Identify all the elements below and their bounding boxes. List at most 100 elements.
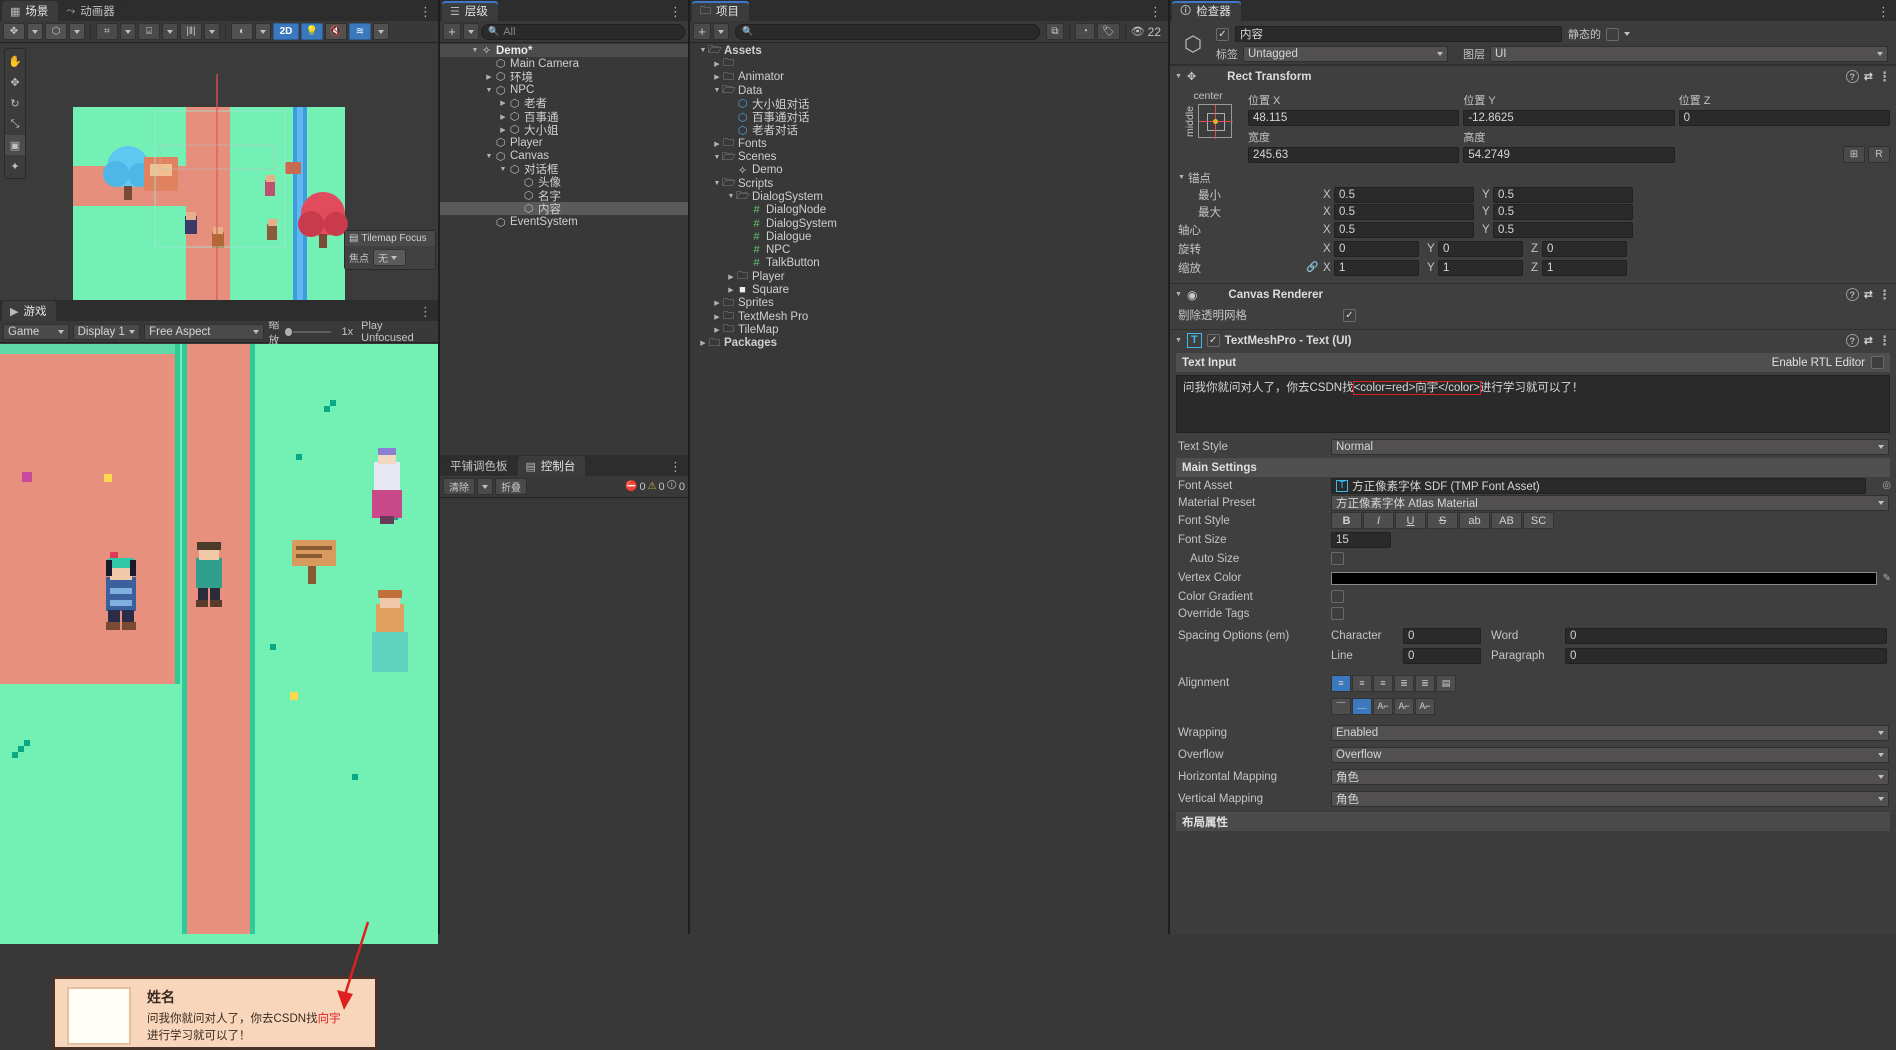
tree-row[interactable]: ▶ ⬡ 老者 bbox=[440, 97, 688, 111]
scene-ruler-dropdown[interactable] bbox=[204, 23, 220, 40]
spacing-word-field[interactable]: 0 bbox=[1565, 628, 1887, 644]
game-display-dropdown[interactable]: Display 1 bbox=[72, 323, 141, 340]
tree-row[interactable]: ▶ ⬡ 百事通 bbox=[440, 110, 688, 124]
tree-row[interactable]: ▶ ■ Square bbox=[690, 283, 1168, 296]
tree-row[interactable]: ·# Dialogue bbox=[690, 230, 1168, 243]
project-add-button[interactable]: + bbox=[693, 23, 711, 40]
console-error-filter[interactable]: ⛔ 0 bbox=[625, 481, 646, 493]
scale-z-field[interactable]: 1 bbox=[1542, 259, 1627, 276]
chevron-right-icon[interactable]: ▶ bbox=[726, 286, 736, 294]
tool-transform-icon[interactable]: ✦ bbox=[5, 156, 25, 176]
scale-x-field[interactable]: 1 bbox=[1334, 259, 1419, 276]
tab-project[interactable]: 🗀 项目 bbox=[692, 1, 749, 21]
tmp-enabled-checkbox[interactable]: ✓ bbox=[1206, 334, 1220, 347]
chevron-right-icon[interactable]: ▶ bbox=[712, 313, 722, 321]
tab-scene[interactable]: ▦ 场景 bbox=[2, 1, 59, 21]
width-field[interactable]: 245.63 bbox=[1248, 147, 1460, 163]
spacing-line-field[interactable]: 0 bbox=[1403, 647, 1481, 664]
tree-row[interactable]: ▼ ⬡ 对话框 bbox=[440, 163, 688, 177]
console-clear-button[interactable]: 清除 bbox=[443, 478, 475, 495]
scene-ruler-icon[interactable]: |‖| bbox=[180, 23, 202, 40]
text-input-textarea[interactable]: 问我你就问对人了，你去CSDN找<color=red>向宇</color>进行学… bbox=[1176, 375, 1890, 433]
align-left-icon[interactable]: ≡ bbox=[1331, 674, 1351, 692]
rot-y-field[interactable]: 0 bbox=[1438, 240, 1523, 257]
chevron-right-icon[interactable]: ▶ bbox=[498, 113, 508, 121]
rot-x-field[interactable]: 0 bbox=[1334, 240, 1419, 257]
font-style-ab-button[interactable]: ab bbox=[1459, 512, 1490, 529]
tree-row[interactable]: ▶ 🗀 Packages bbox=[690, 337, 1168, 350]
scene-2d-toggle[interactable]: 2D bbox=[273, 23, 299, 40]
cr-collapse-arrow-icon[interactable]: ▼ bbox=[1175, 291, 1182, 298]
pivot-y-field[interactable]: 0.5 bbox=[1493, 221, 1633, 238]
canvas-renderer-header[interactable]: ▼ ◉ Canvas Renderer ? ⇄ ⋮ bbox=[1170, 284, 1896, 305]
tree-row[interactable]: ▼ 🗁 Scripts bbox=[690, 177, 1168, 190]
cull-transparent-mesh-checkbox[interactable]: ✓ bbox=[1343, 308, 1356, 322]
material-preset-dropdown[interactable]: 方正像素字体 Atlas Material bbox=[1331, 494, 1889, 511]
scene-snap-icon[interactable]: ⌸ bbox=[138, 23, 160, 40]
chevron-down-icon[interactable]: ▼ bbox=[484, 87, 494, 94]
text-style-dropdown[interactable]: Normal bbox=[1331, 439, 1889, 455]
chevron-down-icon[interactable]: ▼ bbox=[498, 166, 508, 173]
tree-row[interactable]: ·# DialogNode bbox=[690, 204, 1168, 217]
override-tags-checkbox[interactable] bbox=[1331, 607, 1344, 620]
spacing-paragraph-field[interactable]: 0 bbox=[1565, 647, 1887, 664]
anchor-max-x-field[interactable]: 0.5 bbox=[1334, 203, 1474, 220]
inspector-options-menu[interactable]: ⋮ bbox=[1877, 5, 1896, 21]
tmp-collapse-arrow-icon[interactable]: ▼ bbox=[1175, 337, 1182, 344]
tree-row[interactable]: ·⬡ Main Camera bbox=[440, 57, 688, 71]
rot-z-field[interactable]: 0 bbox=[1542, 240, 1627, 257]
chevron-down-icon[interactable]: ▼ bbox=[712, 87, 722, 94]
hierarchy-options-menu[interactable]: ⋮ bbox=[669, 5, 688, 21]
pos-x-field[interactable]: 48.115 bbox=[1248, 110, 1460, 126]
align-baseline-icon[interactable]: A⌐ bbox=[1373, 697, 1393, 715]
chevron-down-icon[interactable]: ▼ bbox=[698, 47, 708, 54]
tree-row[interactable]: ▼ 🗁 Assets bbox=[690, 44, 1168, 57]
align-midline-icon[interactable]: A⌐ bbox=[1394, 697, 1414, 715]
console-info-filter[interactable]: 🛈 0 bbox=[667, 478, 685, 495]
horizontal-mapping-dropdown[interactable]: 角色 bbox=[1331, 769, 1889, 785]
tree-row[interactable]: ▼ 🗁 Scenes bbox=[690, 150, 1168, 163]
tab-tile-palette[interactable]: 平铺调色板 bbox=[442, 456, 518, 476]
tool-move-icon[interactable]: ✥ bbox=[5, 72, 25, 92]
cr-menu-icon[interactable]: ⋮ bbox=[1878, 288, 1891, 301]
tree-row[interactable]: ·# NPC bbox=[690, 243, 1168, 256]
hierarchy-tree[interactable]: ▼✧Demo*·⬡Main Camera▶⬡环境▼⬡NPC▶⬡老者▶⬡百事通▶⬡… bbox=[440, 44, 688, 455]
project-search-input[interactable]: 🔍 bbox=[735, 23, 1040, 40]
scale-link-icon[interactable]: 🔗 bbox=[1306, 262, 1323, 273]
font-style-ab-button[interactable]: AB bbox=[1491, 512, 1522, 529]
tree-row[interactable]: ▶ 🗀 Animator bbox=[690, 71, 1168, 84]
chevron-right-icon[interactable]: ▶ bbox=[712, 60, 722, 68]
tag-dropdown[interactable]: Untagged bbox=[1243, 46, 1448, 62]
pos-z-field[interactable]: 0 bbox=[1678, 110, 1890, 126]
tilemap-focus-dropdown[interactable]: 无 bbox=[373, 249, 406, 266]
font-asset-picker-icon[interactable]: ◎ bbox=[1882, 480, 1891, 491]
align-middle-icon[interactable]: ⎼ bbox=[1352, 697, 1372, 715]
chevron-down-icon[interactable]: ▼ bbox=[712, 180, 722, 187]
vertical-mapping-dropdown[interactable]: 角色 bbox=[1331, 791, 1889, 807]
font-style-u-button[interactable]: U bbox=[1395, 512, 1426, 529]
static-checkbox[interactable] bbox=[1606, 27, 1619, 41]
scene-tool-hand-dropdown[interactable] bbox=[27, 23, 43, 40]
project-add-dropdown[interactable] bbox=[713, 23, 729, 40]
preset-icon[interactable]: ⇄ bbox=[1864, 70, 1873, 83]
tree-row[interactable]: ·⬡ EventSystem bbox=[440, 215, 688, 229]
object-name-field[interactable]: 内容 bbox=[1235, 26, 1562, 42]
tree-row[interactable]: ▶ 🗀 TileMap bbox=[690, 323, 1168, 336]
game-scale-slider[interactable] bbox=[284, 326, 337, 338]
chevron-right-icon[interactable]: ▶ bbox=[484, 73, 494, 81]
raw-edit-mode-button[interactable]: R bbox=[1867, 146, 1890, 163]
rect-transform-header[interactable]: ▼ ✥ Rect Transform ? ⇄ ⋮ bbox=[1170, 66, 1896, 87]
project-filter-label-icon[interactable]: 🏷 bbox=[1096, 23, 1120, 40]
chevron-right-icon[interactable]: ▶ bbox=[712, 73, 722, 81]
game-options-menu[interactable]: ⋮ bbox=[419, 305, 438, 321]
tree-row[interactable]: ▶ ⬡ 环境 bbox=[440, 70, 688, 84]
project-search-expand-icon[interactable]: ⧉ bbox=[1045, 23, 1064, 40]
font-size-field[interactable]: 15 bbox=[1331, 531, 1391, 548]
cr-help-icon[interactable]: ? bbox=[1845, 288, 1859, 301]
overflow-dropdown[interactable]: Overflow bbox=[1331, 747, 1889, 763]
component-menu-icon[interactable]: ⋮ bbox=[1878, 70, 1891, 83]
font-style-i-button[interactable]: I bbox=[1363, 512, 1394, 529]
scene-fx-dropdown[interactable] bbox=[373, 23, 389, 40]
game-play-focused-toggle[interactable]: Play Unfocused bbox=[361, 320, 435, 344]
project-tree[interactable]: ▼🗁Assets▶🗀▶🗀Animator▼🗁Data·⬡大小姐对话·⬡百事通对话… bbox=[690, 44, 1168, 934]
